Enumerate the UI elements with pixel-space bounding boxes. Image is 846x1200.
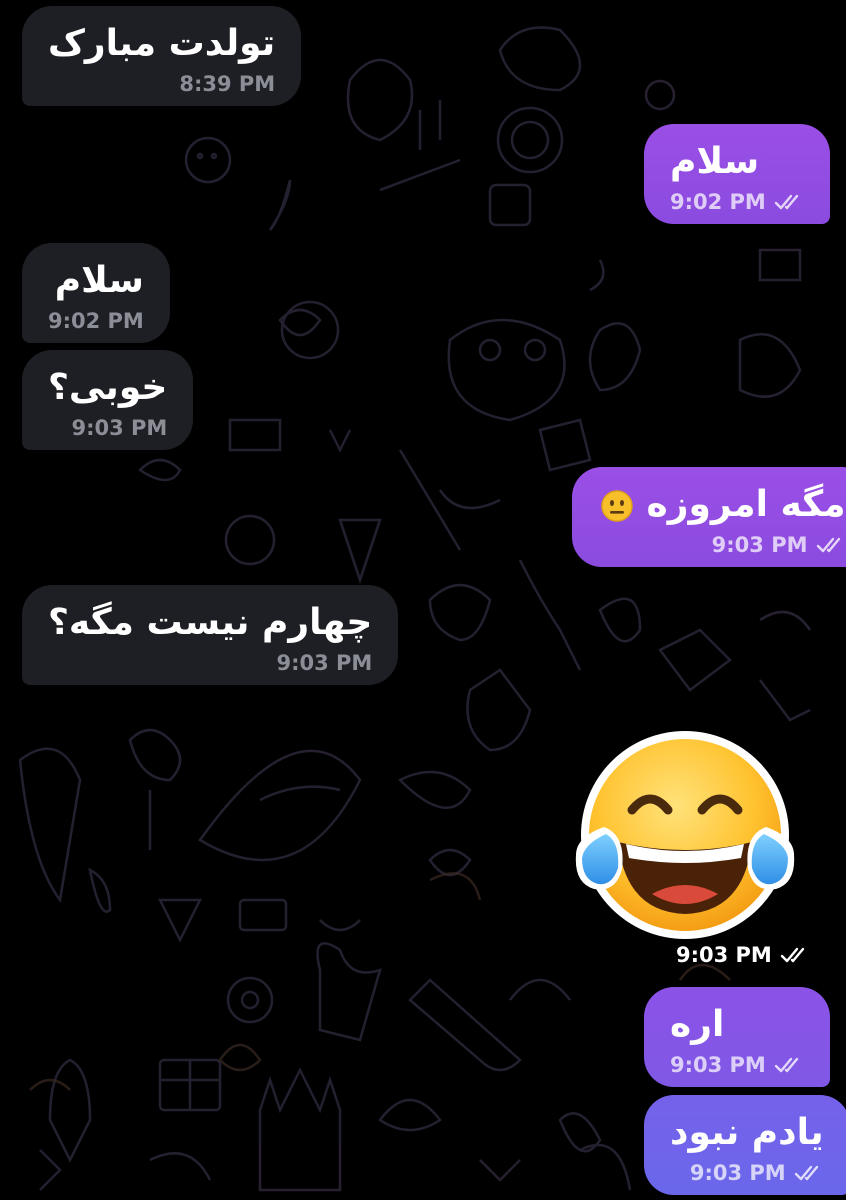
message-time: 9:02 PM — [670, 190, 766, 214]
message-text: اره — [670, 1004, 725, 1045]
incoming-message[interactable]: چهارم نیست مگه؟ 9:03 PM — [22, 585, 399, 685]
message-time: 9:03 PM — [670, 1053, 766, 1077]
incoming-message[interactable]: خوبی؟ 9:03 PM — [22, 350, 194, 450]
message-time: 8:39 PM — [179, 72, 276, 96]
message-text: سلام — [54, 260, 144, 301]
outgoing-message[interactable]: مگه امروزه 9:03 PM — [572, 467, 846, 567]
message-time: 9:03 PM — [711, 533, 808, 557]
message-meta: 9:02 PM — [670, 190, 804, 214]
message-text: سلام — [670, 141, 760, 182]
outgoing-message[interactable]: اره 9:03 PM — [644, 987, 830, 1087]
message-text: یادم نبود — [670, 1112, 824, 1153]
message-time: 9:03 PM — [689, 1161, 786, 1185]
message-text-row: مگه امروزه — [598, 483, 846, 527]
message-meta: 9:03 PM — [48, 651, 372, 675]
message-meta: 9:02 PM — [48, 309, 144, 333]
message-time: 9:03 PM — [276, 651, 373, 675]
double-check-icon — [774, 1057, 799, 1073]
incoming-message[interactable]: سلام 9:02 PM — [22, 243, 170, 343]
message-meta: 9:03 PM — [48, 416, 168, 440]
message-text: خوبی؟ — [48, 367, 168, 408]
message-time: 9:02 PM — [48, 309, 144, 333]
message-meta: 9:03 PM — [670, 1053, 804, 1077]
message-meta: 9:03 PM — [598, 533, 846, 557]
message-text: مگه امروزه — [646, 484, 846, 525]
message-time: 9:03 PM — [676, 943, 772, 967]
neutral-face-emoji — [601, 490, 633, 522]
double-check-icon — [816, 537, 840, 553]
message-meta: 8:39 PM — [48, 72, 275, 96]
double-check-icon — [780, 947, 805, 963]
double-check-icon — [774, 194, 799, 210]
message-text: تولدت مبارک — [48, 23, 276, 64]
message-time: 9:03 PM — [71, 416, 168, 440]
sticker-meta: 9:03 PM — [676, 943, 810, 967]
incoming-message[interactable]: تولدت مبارک 8:39 PM — [22, 6, 302, 106]
outgoing-message[interactable]: سلام 9:02 PM — [644, 124, 830, 224]
double-check-icon — [794, 1165, 818, 1181]
message-text: چهارم نیست مگه؟ — [48, 602, 373, 643]
message-meta: 9:03 PM — [670, 1161, 824, 1185]
outgoing-message[interactable]: یادم نبود 9:03 PM — [644, 1095, 846, 1195]
face-with-tears-of-joy-sticker[interactable] — [560, 730, 810, 945]
